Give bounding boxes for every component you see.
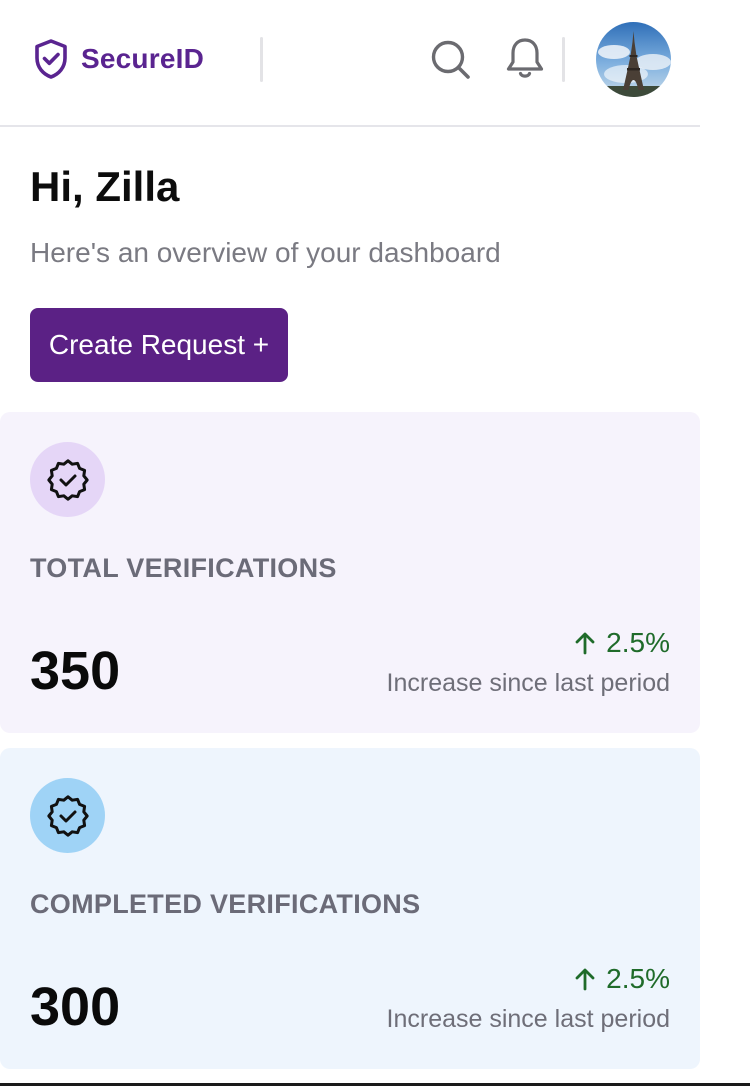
card-label: COMPLETED VERIFICATIONS	[30, 889, 421, 919]
trend-note: Increase since last period	[386, 1005, 670, 1033]
trend-value: 2.5%	[606, 627, 670, 658]
arrow-up-icon	[575, 632, 595, 655]
dashboard-page: SecureID Hi, Zilla Here's an overview of…	[0, 0, 750, 1086]
greeting-subtitle: Here's an overview of your dashboard	[30, 237, 501, 268]
card-value: 300	[30, 977, 121, 1037]
trend-note: Increase since last period	[386, 669, 670, 697]
search-icon	[431, 40, 470, 79]
trend-indicator: 2.5%	[574, 627, 670, 659]
total-verifications-card[interactable]: TOTAL VERIFICATIONS 350 2.5% Increase si…	[0, 412, 700, 733]
avatar-image	[596, 22, 671, 97]
greeting-title: Hi, Zilla	[30, 163, 180, 210]
card-icon-wrapper	[30, 778, 105, 853]
trend-value: 2.5%	[606, 963, 670, 994]
trend-indicator: 2.5%	[574, 963, 670, 995]
bell-icon	[506, 38, 544, 78]
verified-badge-icon	[46, 458, 89, 501]
brand-logo[interactable]: SecureID	[33, 38, 204, 80]
arrow-up-icon	[575, 968, 595, 991]
notifications-button[interactable]	[502, 35, 548, 83]
verified-badge-icon	[46, 794, 89, 837]
user-avatar[interactable]	[596, 22, 671, 97]
card-label: TOTAL VERIFICATIONS	[30, 553, 337, 583]
shield-check-icon	[35, 39, 67, 79]
top-header: SecureID	[0, 0, 700, 127]
search-button[interactable]	[428, 37, 474, 83]
card-icon-wrapper	[30, 442, 105, 517]
brand-name: SecureID	[81, 43, 204, 74]
header-divider	[260, 37, 263, 82]
completed-verifications-card[interactable]: COMPLETED VERIFICATIONS 300 2.5% Increas…	[0, 748, 700, 1069]
card-value: 350	[30, 641, 121, 701]
header-divider	[562, 37, 565, 82]
create-request-button[interactable]: Create Request +	[30, 308, 288, 382]
